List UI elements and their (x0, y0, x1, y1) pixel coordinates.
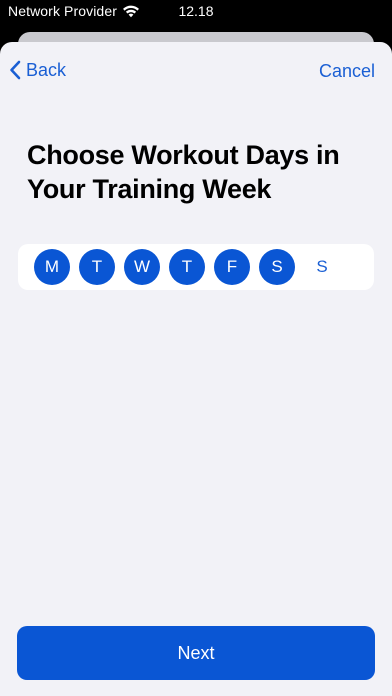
chevron-left-icon (10, 60, 21, 80)
day-sunday[interactable]: S (304, 249, 340, 285)
page-title: Choose Workout Days in Your Training Wee… (27, 140, 340, 204)
back-label: Back (26, 59, 67, 80)
cancel-button[interactable]: Cancel (319, 61, 375, 82)
day-saturday[interactable]: S (259, 249, 295, 285)
status-bar: Network Provider 12.18 (0, 0, 392, 26)
status-time: 12.18 (178, 3, 214, 19)
day-friday[interactable]: F (214, 249, 250, 285)
modal-sheet: Back Cancel Choose Workout Days in Your … (0, 42, 392, 696)
next-button[interactable]: Next (17, 626, 375, 680)
day-monday[interactable]: M (34, 249, 70, 285)
day-thursday[interactable]: T (169, 249, 205, 285)
day-tuesday[interactable]: T (79, 249, 115, 285)
back-button[interactable]: Back (8, 59, 66, 81)
day-picker: M T W T F S S (18, 244, 374, 290)
day-wednesday[interactable]: W (124, 249, 160, 285)
